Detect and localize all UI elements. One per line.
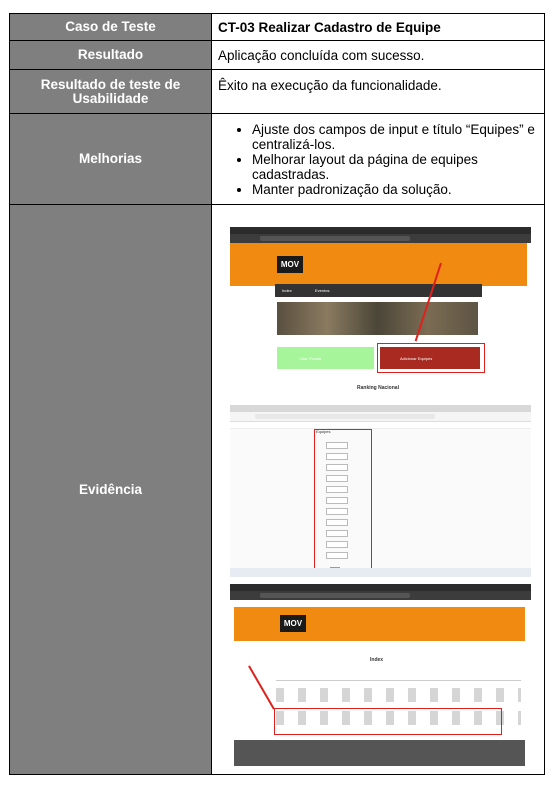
browser-tab-bar (230, 583, 531, 591)
team-photo (277, 301, 478, 335)
result-value: Aplicação concluída com sucesso. (211, 40, 545, 70)
table-header-line (276, 679, 521, 681)
form-input[interactable] (326, 485, 348, 493)
improvement-item: Ajuste dos campos de input e título “Equ… (252, 122, 536, 152)
nav-index[interactable]: Index (282, 288, 292, 293)
improvements-cell: Ajuste dos campos de input e título “Equ… (211, 113, 545, 205)
site-logo: MOV (277, 255, 303, 273)
evidence-label: Evidência (9, 204, 212, 775)
usability-label: Resultado de teste de Usabilidade (9, 69, 212, 114)
improvement-item: Melhorar layout da página de equipes cad… (252, 152, 536, 182)
improvements-list: Ajuste dos campos de input e título “Equ… (212, 122, 544, 197)
browser-tab-bar (230, 404, 531, 412)
test-case-table: Caso de Teste CT-03 Realizar Cadastro de… (9, 13, 545, 775)
form-input[interactable] (326, 496, 348, 504)
nav-events[interactable]: Eventos (315, 288, 329, 293)
form-input[interactable] (326, 474, 348, 482)
evidence-screenshot-teams: MOV Index (230, 583, 531, 766)
site-nav: Index Eventos (275, 283, 482, 297)
bookmarks-bar (230, 421, 531, 429)
improvement-item: Manter padronização da solução. (252, 182, 536, 197)
highlight-box (274, 707, 502, 735)
form-input[interactable] (326, 507, 348, 515)
browser-tab-bar (230, 226, 531, 234)
site-header: MOV (230, 242, 527, 286)
evidence-screenshot-home: MOV Index Eventos Criar Evento Adicionar… (230, 226, 531, 397)
evidence-screenshot-form: Equipes (230, 404, 531, 577)
result-label: Resultado (9, 40, 212, 70)
browser-address-bar (230, 411, 531, 422)
usability-value: Êxito na execução da funcionalidade. (211, 69, 545, 114)
site-footer (234, 739, 525, 766)
site-header: MOV (234, 606, 525, 641)
evidence-cell: MOV Index Eventos Criar Evento Adicionar… (211, 204, 545, 775)
form-input[interactable] (326, 441, 348, 449)
ranking-title: Ranking Nacional (357, 384, 399, 391)
form-input[interactable] (326, 518, 348, 526)
form-input[interactable] (326, 463, 348, 471)
form-input[interactable] (326, 452, 348, 460)
test-case-label: Caso de Teste (9, 13, 212, 41)
highlight-box (377, 342, 485, 373)
taskbar (230, 567, 531, 577)
browser-address-bar (230, 233, 531, 243)
table-row (276, 687, 521, 702)
improvements-label: Melhorias (9, 113, 212, 205)
form-title: Equipes (316, 428, 331, 434)
test-case-value: CT-03 Realizar Cadastro de Equipe (211, 13, 545, 41)
teams-heading: Index (370, 656, 384, 663)
form-input[interactable] (326, 529, 348, 537)
browser-address-bar (230, 590, 531, 600)
highlight-arrow (248, 665, 275, 710)
form-input[interactable] (326, 551, 348, 559)
team-form (326, 441, 348, 572)
site-logo: MOV (280, 614, 306, 632)
form-input[interactable] (326, 540, 348, 548)
create-event-button[interactable]: Criar Evento (277, 346, 374, 369)
